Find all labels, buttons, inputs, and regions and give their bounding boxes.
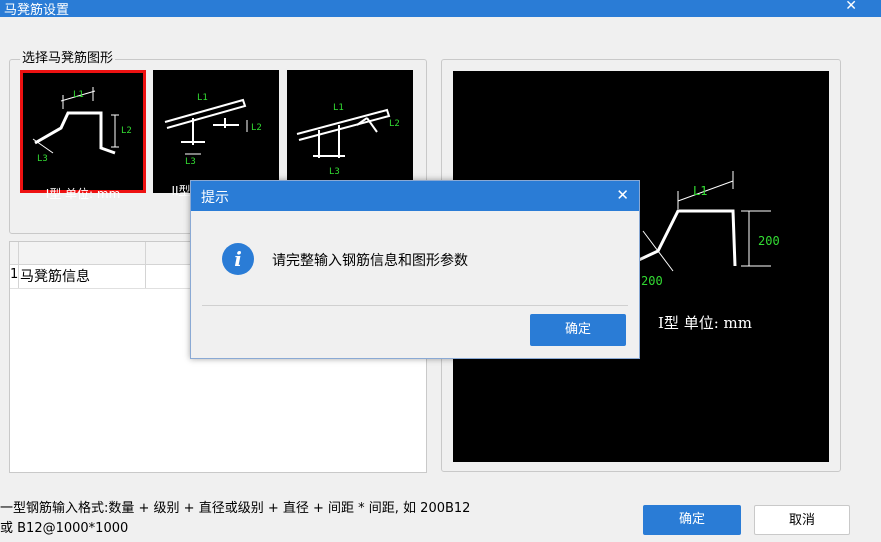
preview-caption: I型 单位: mm: [658, 314, 752, 332]
cancel-button[interactable]: 取消: [754, 505, 850, 535]
row-name: 马凳筋信息: [20, 269, 90, 285]
title-bar: 马凳筋设置 ✕: [0, 0, 881, 18]
info-icon: i: [222, 243, 254, 275]
row-index: 1: [10, 267, 19, 282]
preview-height-label: 200: [758, 234, 780, 248]
type-2-l1-label: L1: [197, 93, 208, 103]
shape-group-label: 选择马凳筋图形: [20, 47, 116, 66]
dialog-ok-button[interactable]: 确定: [530, 314, 626, 346]
dialog-divider: [202, 305, 628, 306]
close-icon[interactable]: ✕: [845, 0, 857, 14]
preview-l1-label: L1: [693, 184, 707, 198]
type-2-shape-drawing: L1 L2 L3: [164, 93, 262, 167]
type-1-shape-drawing: L1 L2 L3: [32, 87, 132, 164]
shape-thumb-type-1[interactable]: L1 L2 L3 I型 单位: mm: [20, 70, 146, 201]
prompt-dialog: 提示 ✕ i 请完整输入钢筋信息和图形参数 确定: [190, 180, 640, 359]
ok-button[interactable]: 确定: [643, 505, 741, 535]
type-3-l2-label: L2: [389, 119, 400, 129]
hint-line-1: 一型钢筋输入格式:数量 + 级别 + 直径或级别 + 直径 + 间距 * 间距,…: [0, 501, 471, 516]
header-cell-divider: [145, 242, 146, 264]
row-divider: [145, 265, 146, 288]
hint-line-2: 或 B12@1000*1000: [0, 521, 129, 536]
type-1-l2-label: L2: [121, 126, 132, 136]
dialog-title-bar: 提示 ✕: [191, 181, 639, 211]
type-3-l3-label: L3: [329, 167, 340, 177]
type-2-l3-label: L3: [185, 157, 196, 167]
row-divider-left: [18, 265, 19, 288]
shape-thumb-type-3[interactable]: L1 L2 L3: [287, 70, 413, 193]
type-3-shape-drawing: L1 L2 L3: [296, 103, 400, 177]
dialog-title: 提示: [201, 190, 229, 206]
window-title: 马凳筋设置: [4, 3, 70, 18]
dialog-close-icon[interactable]: ✕: [616, 186, 629, 204]
type-1-l1-label: L1: [73, 90, 84, 100]
type-2-l2-label: L2: [251, 123, 262, 133]
input-format-hint: 一型钢筋输入格式:数量 + 级别 + 直径或级别 + 直径 + 间距 * 间距,…: [0, 499, 600, 539]
shape-thumb-type-2[interactable]: L1 L2 L3 II型: [153, 70, 279, 198]
type-3-l1-label: L1: [333, 103, 344, 113]
preview-l3-label: 200: [641, 274, 663, 288]
type-1-l3-label: L3: [37, 154, 48, 164]
header-cell-index: [10, 242, 19, 264]
dialog-message: 请完整输入钢筋信息和图形参数: [272, 253, 468, 269]
